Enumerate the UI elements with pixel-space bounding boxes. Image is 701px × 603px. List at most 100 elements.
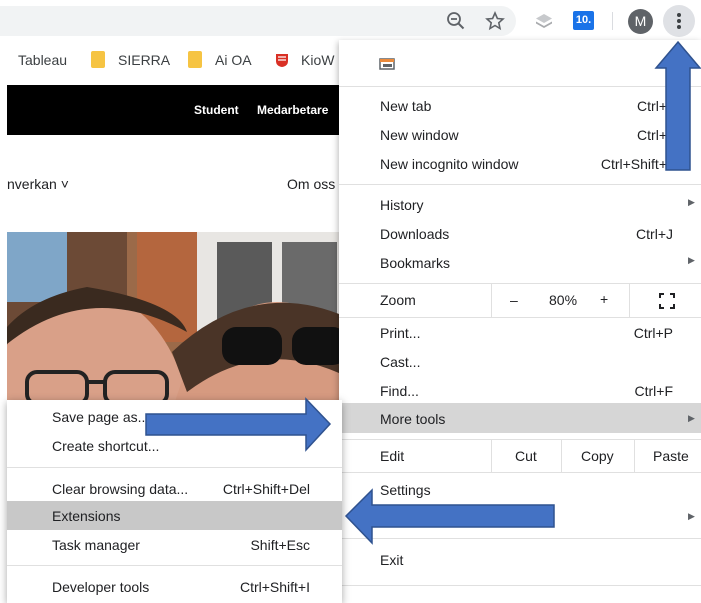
menu-shortcut: Ctrl+J	[636, 226, 673, 242]
submenu-item-task-manager[interactable]: Task manager Shift+Esc	[7, 537, 342, 559]
menu-separator	[339, 472, 701, 473]
menu-label: More tools	[380, 411, 446, 427]
submenu-label: Save page as...	[52, 409, 150, 425]
submenu-arrow-icon: ▶	[688, 197, 695, 207]
submenu-shortcut: Ctrl+Shift+Del	[222, 481, 310, 497]
kebab-dot	[677, 19, 681, 23]
submenu-arrow-icon: ▶	[688, 413, 695, 423]
copy-button[interactable]: Copy	[581, 448, 614, 464]
menu-item-bookmarks[interactable]: Bookmarks ▶	[339, 255, 701, 277]
menu-shortcut: Ctrl+F	[634, 383, 674, 399]
submenu-arrow-icon: ▶	[688, 255, 695, 265]
menu-label: Settings	[380, 482, 431, 498]
menu-item-settings[interactable]: Settings	[339, 482, 701, 504]
chrome-main-menu: New tab Ctrl+ New window Ctrl+ New incog…	[339, 40, 701, 603]
zoom-divider	[629, 284, 630, 317]
paste-button[interactable]: Paste	[653, 448, 689, 464]
submenu-label: Clear browsing data...	[52, 481, 189, 497]
menu-item-new-window[interactable]: New window Ctrl+	[339, 127, 701, 149]
more-tools-submenu: Save page as... Create shortcut... Clear…	[7, 400, 342, 603]
submenu-item-developer-tools[interactable]: Developer tools Ctrl+Shift+I	[7, 579, 342, 601]
menu-item-help[interactable]: ▶	[339, 511, 701, 533]
edit-divider	[561, 440, 562, 472]
site-header-bar: Student Medarbetare	[7, 85, 347, 135]
submenu-label: Developer tools	[52, 579, 150, 595]
menu-label: Zoom	[380, 292, 416, 308]
menu-label: Print...	[380, 325, 421, 341]
extension-badge-icon[interactable]: 10.	[573, 11, 594, 30]
menu-separator	[339, 538, 701, 539]
submenu-shortcut: Ctrl+Shift+I	[239, 579, 310, 595]
submenu-separator	[7, 565, 342, 566]
menu-separator	[339, 184, 701, 185]
menu-zoom-row: Zoom – 80% +	[339, 284, 701, 317]
bookmark-sierra[interactable]: SIERRA	[118, 52, 170, 68]
menu-label: New tab	[380, 98, 432, 114]
folder-icon	[91, 51, 105, 68]
menu-separator	[339, 317, 701, 318]
zoom-out-icon[interactable]	[446, 11, 466, 31]
bookmark-kiow[interactable]: KioW	[301, 52, 334, 68]
submenu-item-clear-data[interactable]: Clear browsing data... Ctrl+Shift+Del	[7, 481, 342, 503]
menu-shortcut: Ctrl+	[637, 98, 667, 114]
menu-label: History	[380, 197, 424, 213]
menu-label: Exit	[380, 552, 404, 568]
kebab-dot	[677, 25, 681, 29]
menu-separator	[339, 585, 701, 586]
fullscreen-icon[interactable]	[659, 293, 675, 309]
menu-item-exit[interactable]: Exit	[339, 552, 701, 574]
bookmark-star-icon[interactable]	[485, 11, 505, 31]
menu-shortcut: Ctrl+P	[633, 325, 673, 341]
submenu-item-save-page[interactable]: Save page as...	[7, 409, 342, 431]
submenu-label: Task manager	[52, 537, 140, 553]
edit-divider	[491, 440, 492, 472]
menu-item-downloads[interactable]: Downloads Ctrl+J	[339, 226, 701, 248]
submenu-label: Extensions	[52, 508, 121, 524]
submenu-shortcut: Shift+Esc	[250, 537, 310, 553]
submenu-arrow-icon: ▶	[688, 511, 695, 521]
menu-shortcut: Ctrl+Shift+	[600, 156, 667, 172]
menu-shortcut: Ctrl+	[637, 127, 667, 143]
cast-tab-icon[interactable]	[379, 57, 396, 71]
layers-extension-icon[interactable]	[534, 11, 554, 31]
zoom-divider	[491, 284, 492, 317]
nav-staff-link[interactable]: Medarbetare	[257, 103, 328, 117]
menu-label: Downloads	[380, 226, 450, 242]
menu-label: Cast...	[380, 354, 421, 370]
menu-item-find[interactable]: Find... Ctrl+F	[339, 383, 701, 405]
folder-icon	[188, 51, 202, 68]
menu-item-print[interactable]: Print... Ctrl+P	[339, 325, 701, 347]
shield-logo-icon	[276, 54, 288, 67]
toolbar-divider	[612, 12, 613, 30]
nav-samverkan-link[interactable]: nverkan ˅	[7, 176, 69, 192]
profile-avatar[interactable]: M	[628, 9, 653, 34]
submenu-separator	[7, 467, 342, 468]
address-bar[interactable]	[0, 6, 516, 36]
browser-toolbar: 10. M	[0, 0, 701, 42]
menu-item-history[interactable]: History ▶	[339, 197, 701, 219]
submenu-item-extensions[interactable]: Extensions	[7, 501, 342, 530]
cut-button[interactable]: Cut	[515, 448, 537, 464]
bookmark-ai-oa[interactable]: Ai OA	[215, 52, 252, 68]
menu-item-new-incognito[interactable]: New incognito window Ctrl+Shift+	[339, 156, 701, 178]
menu-item-new-tab[interactable]: New tab Ctrl+	[339, 98, 701, 120]
zoom-out-button[interactable]: –	[510, 292, 518, 308]
menu-label: New incognito window	[380, 156, 519, 172]
nav-about-link[interactable]: Om oss	[287, 176, 335, 192]
menu-item-more-tools[interactable]: More tools ▶	[339, 403, 701, 433]
kebab-dot	[677, 13, 681, 17]
bookmark-tableau[interactable]: Tableau	[18, 52, 67, 68]
zoom-in-button[interactable]: +	[600, 291, 608, 307]
zoom-level: 80%	[549, 292, 578, 308]
menu-label: Edit	[380, 448, 405, 464]
menu-label: New window	[380, 127, 459, 143]
menu-item-cast[interactable]: Cast...	[339, 354, 701, 376]
submenu-label: Create shortcut...	[52, 438, 160, 454]
nav-student-link[interactable]: Student	[194, 103, 239, 117]
submenu-item-create-shortcut[interactable]: Create shortcut...	[7, 438, 342, 460]
edit-divider	[634, 440, 635, 472]
menu-label: Bookmarks	[380, 255, 451, 271]
chrome-menu-button[interactable]	[663, 5, 695, 37]
menu-edit-row: Edit Cut Copy Paste	[339, 440, 701, 472]
menu-separator	[339, 86, 701, 87]
